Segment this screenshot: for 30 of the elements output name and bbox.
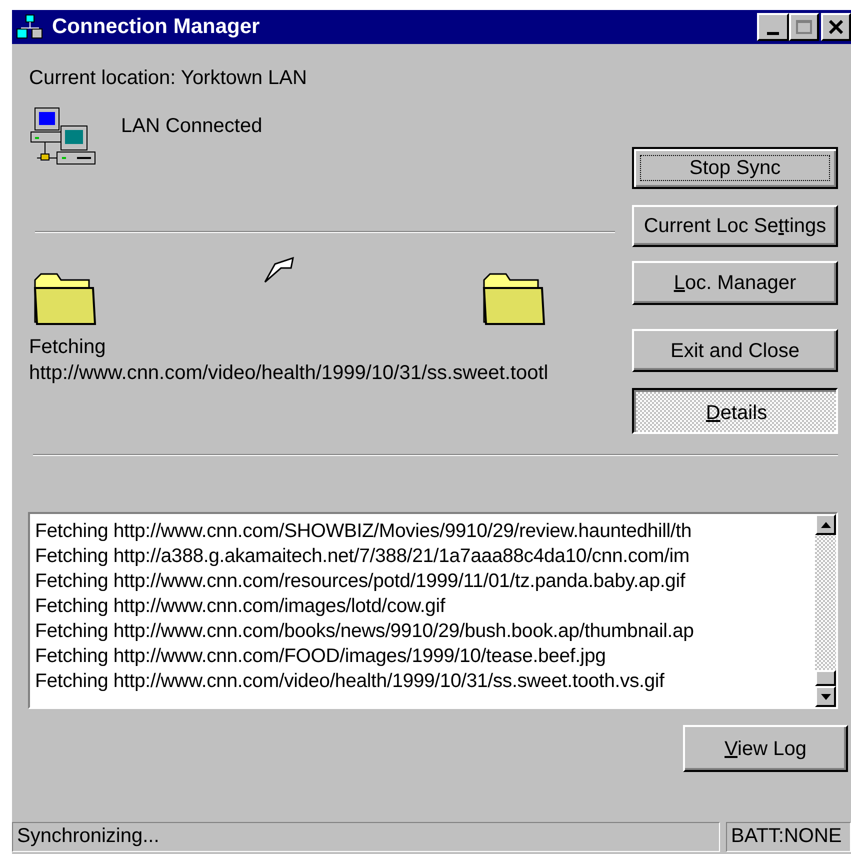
connection-status-text: LAN Connected xyxy=(121,114,262,139)
action-button[interactable]: Loc. Manager xyxy=(632,261,838,305)
scrollbar[interactable] xyxy=(815,514,836,707)
log-line: Fetching http://www.cnn.com/images/lotd/cow.gif xyxy=(35,594,446,619)
action-button[interactable]: Details xyxy=(632,388,838,434)
transfer-url-text: http://www.cnn.com/video/health/1999/10/31/ss.sweet.tootl xyxy=(29,361,550,386)
close-icon xyxy=(829,20,843,34)
log-line: Fetching http://www.cnn.com/FOOD/images/1999/10/tease.beef.jpg xyxy=(35,644,607,669)
scroll-down-icon xyxy=(820,694,830,700)
scroll-up-icon xyxy=(820,522,830,528)
current-location-text: Current location: Yorktown LAN xyxy=(29,66,308,90)
action-button[interactable]: Current Loc Settings xyxy=(632,205,838,247)
close-button[interactable] xyxy=(821,13,851,41)
log-line: Fetching http://www.cnn.com/video/health/1999/10/31/ss.sweet.tooth.vs.gif xyxy=(35,669,666,694)
maximize-button[interactable] xyxy=(789,13,819,41)
log-line: Fetching http://www.cnn.com/resources/potd/1999/11/01/tz.panda.baby.ap.gif xyxy=(35,569,686,594)
log-line: Fetching http://www.cnn.com/SHOWBIZ/Movies/9910/29/review.hauntedhill/th xyxy=(35,519,692,544)
action-button[interactable]: Stop Sync xyxy=(632,147,838,189)
status-message: Synchronizing... xyxy=(12,822,720,852)
battery-status: BATT:NONE xyxy=(726,822,851,852)
flying-paper-icon xyxy=(263,256,297,284)
network-app-icon xyxy=(16,14,44,40)
transfer-status-text: Fetching xyxy=(29,335,107,360)
minimize-button[interactable] xyxy=(757,13,789,41)
scrollbar-thumb[interactable] xyxy=(815,670,836,686)
log-line: Fetching http://a388.g.akamaitech.net/7/388/21/1a7aaa88c4da10/cnn.com/im xyxy=(35,544,690,569)
view-log-button[interactable]: View Log xyxy=(683,725,848,772)
log-line: Fetching http://www.cnn.com/books/news/9910/29/bush.book.ap/thumbnail.ap xyxy=(35,619,695,644)
action-button[interactable]: Exit and Close xyxy=(632,329,838,372)
window-title: Connection Manager xyxy=(52,14,261,40)
